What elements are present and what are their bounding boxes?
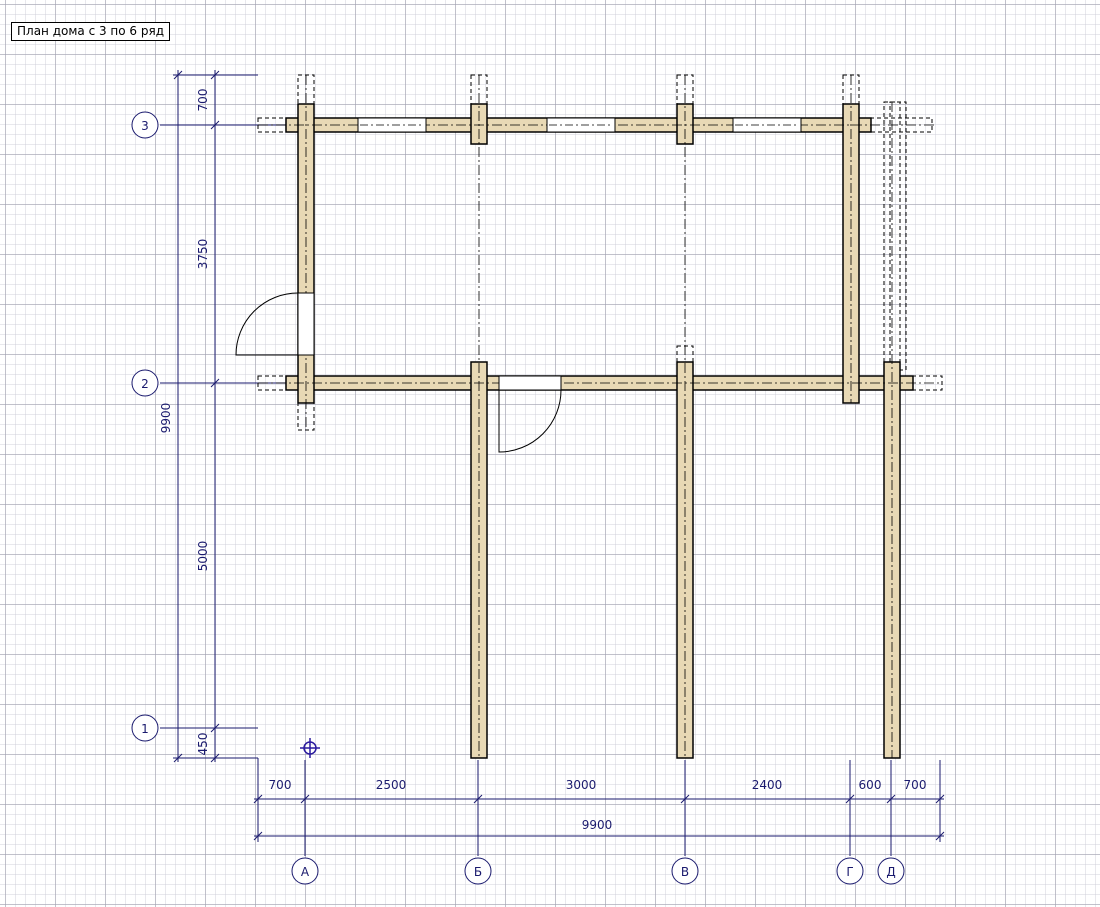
- column-axis-a: А: [291, 857, 319, 885]
- svg-text:Г: Г: [846, 865, 853, 879]
- walls: [285, 103, 914, 759]
- dim-h-2500: 2500: [376, 778, 407, 792]
- dim-v-5000: 5000: [196, 541, 210, 572]
- svg-text:Д: Д: [886, 865, 895, 879]
- dim-h-600: 600: [859, 778, 882, 792]
- center-lines: [258, 75, 942, 758]
- dim-v-450: 450: [196, 733, 210, 756]
- dim-v-3750: 3750: [196, 239, 210, 270]
- column-axis-b: Б: [464, 857, 492, 885]
- dim-v-700: 700: [196, 89, 210, 112]
- dim-h-700-right: 700: [904, 778, 927, 792]
- horizontal-dimensions: [253, 758, 945, 856]
- svg-text:1: 1: [141, 722, 149, 736]
- crosshair-icon: [300, 738, 320, 758]
- dim-h-3000: 3000: [566, 778, 597, 792]
- column-axis-v: В: [671, 857, 699, 885]
- svg-text:3: 3: [141, 119, 149, 133]
- row-axis-1: 1: [131, 714, 159, 742]
- svg-text:Б: Б: [474, 865, 482, 879]
- floor-plan-drawing: 700 3750 5000 450 9900 3 2 1 700 2500 30…: [131, 70, 945, 885]
- dim-v-total: 9900: [159, 403, 173, 434]
- door-middle: [498, 375, 562, 453]
- door-left: [235, 292, 315, 356]
- dim-h-total: 9900: [582, 818, 613, 832]
- vertical-dimensions: [160, 70, 300, 763]
- svg-text:2: 2: [141, 377, 149, 391]
- dim-h-2400: 2400: [752, 778, 783, 792]
- svg-text:В: В: [681, 865, 689, 879]
- windows: [357, 117, 802, 133]
- row-axis-3: 3: [131, 111, 159, 139]
- svg-text:А: А: [301, 865, 310, 879]
- dim-h-700-left: 700: [269, 778, 292, 792]
- row-axis-2: 2: [131, 369, 159, 397]
- column-axis-g: Г: [836, 857, 864, 885]
- column-axis-d: Д: [877, 857, 905, 885]
